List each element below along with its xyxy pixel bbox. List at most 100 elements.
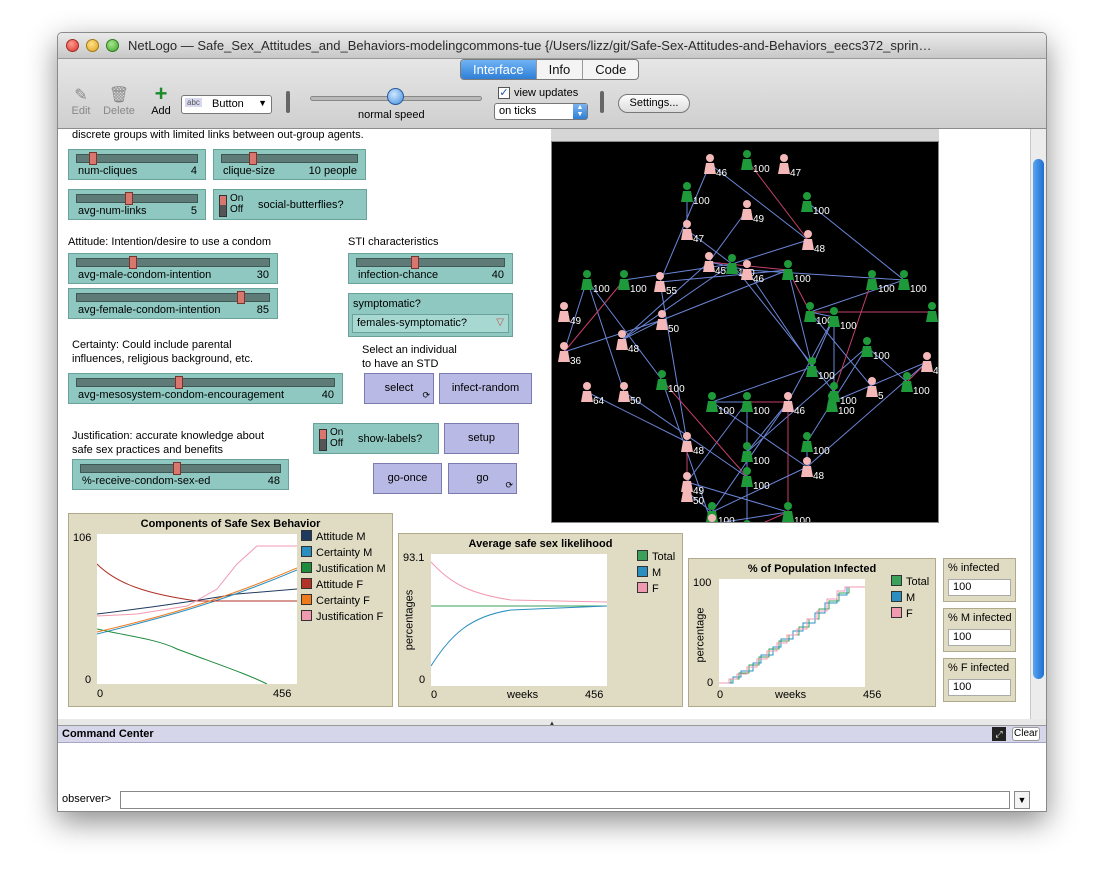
minimize-window-icon[interactable] xyxy=(86,39,99,52)
switch-toggle[interactable] xyxy=(219,195,227,217)
slider-knob[interactable] xyxy=(237,291,245,304)
agent[interactable]: 50 xyxy=(656,310,680,335)
agent[interactable]: 48 xyxy=(801,457,825,482)
tab-interface[interactable]: Interface xyxy=(461,60,537,79)
delete-button[interactable]: 🗑 Delete xyxy=(96,85,142,117)
sex-ed-slider[interactable]: %-receive-condom-sex-ed 48 xyxy=(72,459,289,490)
agent-head xyxy=(743,520,751,528)
female-condom-intention-slider[interactable]: avg-female-condom-intention 85 xyxy=(68,288,278,319)
agent-label: 48 xyxy=(693,446,705,457)
switch-name: show-labels? xyxy=(358,433,423,445)
agent-head xyxy=(705,252,713,260)
trash-icon: 🗑 xyxy=(108,87,130,104)
show-labels-switch[interactable]: On Off show-labels? xyxy=(313,423,439,454)
settings-button[interactable]: Settings... xyxy=(618,94,690,113)
slider-knob[interactable] xyxy=(249,152,257,165)
agent[interactable]: 47 xyxy=(778,154,802,179)
agent-label: 46 xyxy=(716,168,728,179)
x-max: 456 xyxy=(585,689,604,701)
command-center-header: Command Center ⤢ Clear xyxy=(58,726,1046,743)
zoom-window-icon[interactable] xyxy=(106,39,119,52)
infection-chance-slider[interactable]: infection-chance 40 xyxy=(348,253,513,284)
window-title: NetLogo — Safe_Sex_Attitudes_and_Behavio… xyxy=(128,38,932,53)
setup-button[interactable]: setup xyxy=(444,423,519,454)
agent[interactable]: 100 xyxy=(782,502,811,527)
expand-icon[interactable]: ⤢ xyxy=(992,727,1006,741)
view-updates-checkbox[interactable]: ✓ xyxy=(498,87,510,99)
tab-info[interactable]: Info xyxy=(537,60,584,79)
slider-knob[interactable] xyxy=(129,256,137,269)
agent[interactable]: 47 xyxy=(681,220,705,245)
slider-knob[interactable] xyxy=(411,256,419,269)
agent-body xyxy=(616,339,628,350)
agent[interactable]: 4 xyxy=(921,352,939,377)
agent[interactable]: 50 xyxy=(618,382,642,407)
select-button[interactable]: select ⟳ xyxy=(364,373,434,404)
mesosystem-encouragement-slider[interactable]: avg-mesosystem-condom-encouragement 40 xyxy=(68,373,343,404)
agent-body xyxy=(706,401,718,412)
agent[interactable]: 100 xyxy=(901,372,930,397)
agent[interactable]: 100 xyxy=(741,150,770,175)
agent[interactable]: 48 xyxy=(681,432,705,457)
plot-legend: Total M F xyxy=(891,575,929,623)
widget-type-select[interactable]: abc Button ▼ xyxy=(181,95,272,114)
update-mode-select[interactable]: on ticks ▲ ▼ xyxy=(494,103,588,120)
slider-knob[interactable] xyxy=(89,152,97,165)
go-button[interactable]: go ⟳ xyxy=(448,463,517,494)
network-link xyxy=(833,279,873,393)
history-dropdown-icon[interactable]: ▼ xyxy=(1014,791,1030,809)
avg-num-links-slider[interactable]: avg-num-links 5 xyxy=(68,189,206,220)
agent[interactable]: 49 xyxy=(558,302,582,327)
agent[interactable]: 100 xyxy=(741,392,770,417)
plot-area xyxy=(719,579,865,687)
infect-random-button[interactable]: infect-random xyxy=(439,373,532,404)
agent[interactable]: 100 xyxy=(581,270,610,295)
world-view[interactable]: 4610047100491004748100454610010010055100… xyxy=(551,141,955,545)
network-link xyxy=(659,281,688,443)
agent[interactable]: 100 xyxy=(782,260,811,285)
go-once-button[interactable]: go-once xyxy=(373,463,442,494)
agent-label: 5 xyxy=(878,391,884,402)
slider-track xyxy=(356,258,505,267)
agent[interactable]: 100 xyxy=(926,302,955,327)
male-condom-intention-slider[interactable]: avg-male-condom-intention 30 xyxy=(68,253,278,284)
scrollbar-thumb[interactable] xyxy=(1033,159,1044,679)
slider-knob[interactable] xyxy=(175,376,183,389)
symptomatic-chooser[interactable]: symptomatic? females-symptomatic? ▽ xyxy=(348,293,513,337)
add-button[interactable]: + Add xyxy=(138,83,184,118)
agent[interactable]: 55 xyxy=(654,272,678,297)
num-cliques-slider[interactable]: num-cliques 4 xyxy=(68,149,206,180)
switch-toggle[interactable] xyxy=(319,429,327,451)
clear-button[interactable]: Clear xyxy=(1012,727,1040,741)
agent-body xyxy=(782,511,794,522)
agent[interactable]: 100 xyxy=(741,467,770,492)
button-label: setup xyxy=(468,431,495,444)
agent[interactable]: 46 xyxy=(704,154,728,179)
chooser-value-box[interactable]: females-symptomatic? ▽ xyxy=(352,314,509,333)
agent[interactable]: 100 xyxy=(898,270,927,295)
clique-size-slider[interactable]: clique-size 10 people xyxy=(213,149,366,180)
justification-note-1: Justification: accurate knowledge about xyxy=(72,430,265,442)
agent[interactable]: 100 xyxy=(656,370,685,395)
agent[interactable]: 100 xyxy=(801,192,830,217)
agent-head xyxy=(868,270,876,278)
slider-knob[interactable] xyxy=(173,462,181,475)
agent-label: 100 xyxy=(794,274,811,285)
agent[interactable]: 48 xyxy=(802,230,826,255)
tab-code[interactable]: Code xyxy=(583,60,638,79)
social-butterflies-switch[interactable]: On Off social-butterflies? xyxy=(213,189,367,220)
agent[interactable]: 100 xyxy=(828,307,857,332)
slider-name: infection-chance xyxy=(358,269,439,281)
agent[interactable]: 100 xyxy=(618,270,647,295)
agent[interactable]: 100 xyxy=(806,357,835,382)
agent-label: 46 xyxy=(753,274,765,285)
command-input[interactable] xyxy=(120,791,1010,809)
slider-knob[interactable] xyxy=(125,192,133,205)
plot-legend: Attitude M Certainty M Justification M A… xyxy=(301,530,386,626)
speed-slider-knob[interactable] xyxy=(387,88,404,105)
close-window-icon[interactable] xyxy=(66,39,79,52)
vertical-scrollbar[interactable] xyxy=(1030,129,1046,719)
agent[interactable]: 100 xyxy=(861,337,890,362)
agent[interactable]: 100 xyxy=(681,182,710,207)
agent[interactable]: 100 xyxy=(801,432,830,457)
